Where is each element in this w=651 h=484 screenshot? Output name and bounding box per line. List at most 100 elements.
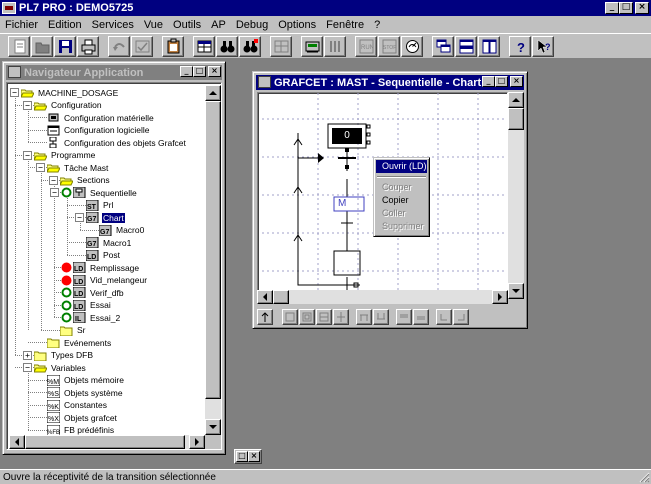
tree-item[interactable]: MACHINE_DOSAGE: [21, 86, 119, 99]
tree-item[interactable]: Tâche Mast: [47, 161, 109, 174]
undo-button[interactable]: [108, 35, 130, 57]
tree-item[interactable]: LD Remplissage: [61, 261, 140, 274]
menu-vue[interactable]: Vue: [139, 19, 168, 31]
new-document-button[interactable]: [8, 35, 30, 57]
plc-transfer-button[interactable]: [324, 35, 346, 57]
app-close-button[interactable]: ×: [635, 2, 649, 14]
collapse-icon[interactable]: −: [23, 100, 32, 110]
minimized-window[interactable]: □ ×: [234, 449, 262, 464]
help-button[interactable]: ?: [509, 35, 531, 57]
collapse-icon[interactable]: −: [23, 363, 32, 372]
grid-button[interactable]: [270, 35, 292, 57]
grafcet-convergence-and-tool[interactable]: [413, 309, 429, 325]
tree-item[interactable]: Configuration matérielle: [47, 111, 155, 124]
grafcet-macro-step-tool[interactable]: [316, 309, 332, 325]
print-button[interactable]: [77, 35, 99, 57]
tree-item[interactable]: %M Objets mémoire: [47, 374, 125, 387]
tree-item[interactable]: Sections: [60, 174, 111, 187]
app-title-bar[interactable]: PL7 PRO : DEMO5725 _ □ ×: [0, 0, 651, 16]
collapse-icon[interactable]: −: [50, 188, 59, 197]
window-vertical-button[interactable]: [478, 35, 500, 57]
tree-item[interactable]: ST Prl: [86, 199, 114, 212]
collapse-icon[interactable]: −: [49, 175, 58, 185]
menu-options[interactable]: Options: [273, 19, 321, 31]
context-help-button[interactable]: ?: [532, 35, 554, 57]
tree-item[interactable]: Types DFB: [34, 349, 94, 362]
tree-item[interactable]: %X Objets grafcet: [47, 411, 118, 424]
context-menu-item-ouvrir-ld[interactable]: Ouvrir (LD): [376, 160, 427, 173]
tree-item[interactable]: %FB FB prédéfinis: [47, 424, 115, 435]
grafcet-step-tool[interactable]: [282, 309, 298, 325]
minimized-close-button[interactable]: ×: [248, 451, 260, 462]
navigator-window-icon[interactable]: [8, 66, 21, 78]
menu-debug[interactable]: Debug: [231, 19, 273, 31]
run-button[interactable]: RUN: [355, 35, 377, 57]
tree-item[interactable]: Configuration logicielle: [47, 124, 151, 137]
menu-edition[interactable]: Edition: [43, 19, 87, 31]
find-button[interactable]: [216, 35, 238, 57]
menu-outils[interactable]: Outils: [168, 19, 206, 31]
context-menu-item-copier[interactable]: Copier: [376, 194, 427, 207]
grafcet-selected-transition[interactable]: [318, 148, 356, 169]
tree-item[interactable]: G7 Macro1: [86, 236, 132, 249]
grafcet-scroll-down-button[interactable]: [508, 283, 524, 299]
menu-help[interactable]: ?: [369, 19, 385, 31]
tree-item[interactable]: G7 Chart: [86, 211, 125, 224]
tree-scroll-left-button[interactable]: [9, 435, 25, 449]
variables-button[interactable]: [193, 35, 215, 57]
cut-paste-button[interactable]: [162, 35, 184, 57]
grafcet-scroll-right-button[interactable]: [492, 290, 508, 304]
grafcet-vertical-scrollbar[interactable]: [508, 92, 524, 299]
tree-horizontal-scrollbar[interactable]: [9, 435, 205, 449]
tree-item[interactable]: Sr: [60, 324, 87, 337]
tree-item[interactable]: LD Verif_dfb: [61, 286, 125, 299]
navigator-close-button[interactable]: ×: [208, 66, 221, 77]
app-maximize-button[interactable]: □: [619, 2, 633, 14]
tree-scroll-down-button[interactable]: [205, 419, 221, 435]
window-horizontal-button[interactable]: [455, 35, 477, 57]
tree-vertical-scrollbar[interactable]: [205, 85, 221, 435]
navigator-title-bar[interactable]: Navigateur Application _ □ ×: [6, 65, 222, 80]
grafcet-transition-tool[interactable]: [333, 309, 349, 325]
grafcet-divergence-or-tool[interactable]: [356, 309, 372, 325]
tree-item[interactable]: Evénements: [47, 336, 112, 349]
tree-item[interactable]: LD Vid_melangeur: [61, 274, 148, 287]
save-button[interactable]: [54, 35, 76, 57]
collapse-icon[interactable]: −: [10, 88, 19, 97]
tree-scroll-up-button[interactable]: [205, 85, 221, 101]
grafcet-scroll-thumb[interactable]: [508, 108, 524, 130]
window-cascade-button[interactable]: [432, 35, 454, 57]
grafcet-title-bar[interactable]: GRAFCET : MAST - Sequentielle - Chart _ …: [256, 75, 524, 90]
menu-services[interactable]: Services: [87, 19, 139, 31]
replace-button[interactable]: [239, 35, 261, 57]
expand-icon[interactable]: +: [23, 350, 32, 360]
tree-scroll-right-button[interactable]: [189, 435, 205, 449]
menu-ap[interactable]: AP: [206, 19, 231, 31]
grafcet-scroll-left-button[interactable]: [257, 290, 273, 304]
navigator-minimize-button[interactable]: _: [180, 66, 193, 77]
navigator-maximize-button[interactable]: □: [193, 66, 206, 77]
application-tree[interactable]: MACHINE_DOSAGE − Configuration − Configurati…: [9, 85, 205, 435]
tree-item[interactable]: Configuration: [34, 99, 103, 112]
animation-button[interactable]: [401, 35, 423, 57]
collapse-icon[interactable]: −: [36, 163, 45, 172]
grafcet-hscroll-thumb[interactable]: [273, 290, 289, 304]
app-icon[interactable]: [2, 2, 16, 14]
resize-grip-icon[interactable]: [638, 471, 650, 483]
tree-item[interactable]: Configuration des objets Grafcet: [47, 136, 187, 149]
tree-item[interactable]: Programme: [34, 149, 96, 162]
menu-fenetre[interactable]: Fenêtre: [321, 19, 369, 31]
tree-hscroll-thumb[interactable]: [25, 435, 185, 449]
tree-item[interactable]: LD Essai: [61, 299, 112, 312]
grafcet-divergence-and-tool[interactable]: [396, 309, 412, 325]
tree-item[interactable]: Variables: [34, 361, 87, 374]
tree-item[interactable]: G7 Macro0: [99, 224, 145, 237]
collapse-icon[interactable]: −: [75, 213, 84, 222]
tree-item[interactable]: Sequentielle: [61, 186, 138, 199]
open-button[interactable]: [31, 35, 53, 57]
grafcet-initial-step-tool[interactable]: [299, 309, 315, 325]
grafcet-jump-tool[interactable]: [436, 309, 452, 325]
grafcet-close-button[interactable]: ×: [510, 76, 523, 87]
tree-item[interactable]: %S Objets système: [47, 386, 124, 399]
navigator-window[interactable]: Navigateur Application _ □ × MACHINE_DOS…: [2, 61, 226, 455]
